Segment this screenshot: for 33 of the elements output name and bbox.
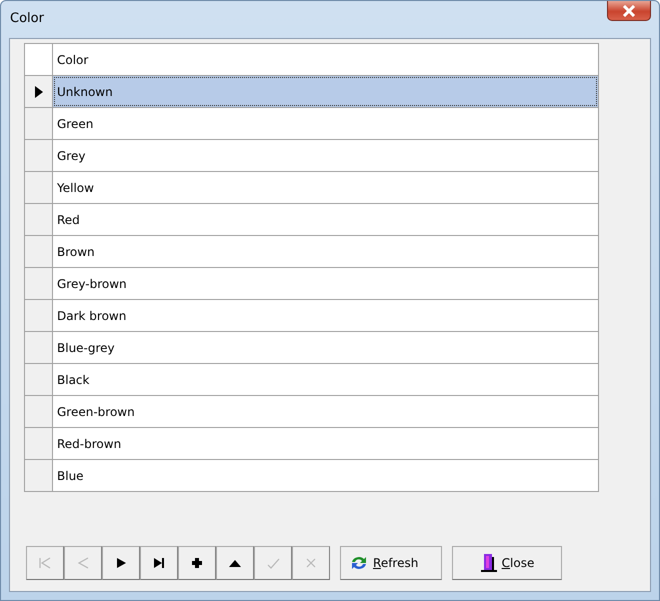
table-cell[interactable]: Red	[53, 204, 598, 235]
next-record-icon	[114, 557, 128, 569]
plus-icon	[190, 557, 204, 569]
table-cell[interactable]: Blue	[53, 460, 598, 491]
first-record-icon	[38, 557, 52, 569]
navigator-button[interactable]	[140, 546, 178, 580]
cross-icon	[304, 557, 318, 569]
close-button[interactable]: Close	[452, 546, 562, 580]
table-cell[interactable]: Grey-brown	[53, 268, 598, 299]
navigator-button[interactable]	[178, 546, 216, 580]
table-cell[interactable]: Blue-grey	[53, 332, 598, 363]
door-icon	[480, 553, 498, 573]
navigator-button[interactable]	[102, 546, 140, 580]
table-cell[interactable]: Dark brown	[53, 300, 598, 331]
refresh-button[interactable]: Refresh	[340, 546, 442, 580]
table-cell[interactable]: Yellow	[53, 172, 598, 203]
table-cell[interactable]: Red-brown	[53, 428, 598, 459]
table-cell[interactable]: Black	[53, 364, 598, 395]
navigator-button[interactable]	[216, 546, 254, 580]
close-button[interactable]	[607, 1, 651, 21]
table-cell[interactable]: Unknown	[53, 76, 598, 107]
close-icon	[621, 4, 637, 16]
window-title: Color	[10, 11, 44, 26]
table-cell[interactable]: Grey	[53, 140, 598, 171]
prior-record-icon	[76, 557, 90, 569]
table-cell[interactable]: Green	[53, 108, 598, 139]
table-cell[interactable]: Brown	[53, 236, 598, 267]
table-cell[interactable]: Green-brown	[53, 396, 598, 427]
check-icon	[266, 557, 280, 569]
refresh-icon	[349, 554, 369, 572]
last-record-icon	[152, 557, 166, 569]
row-selector[interactable]	[25, 76, 53, 107]
column-header: Color	[56, 52, 90, 68]
